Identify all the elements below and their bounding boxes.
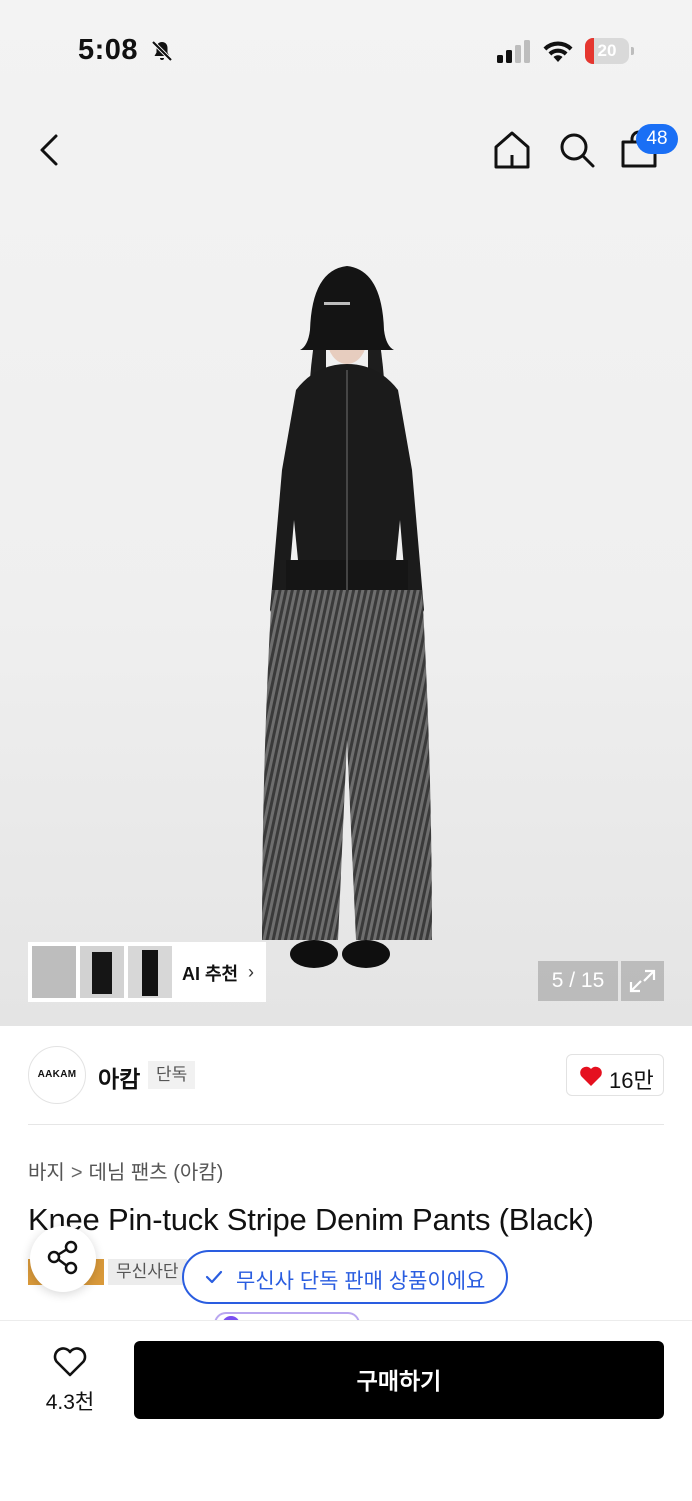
breadcrumb-category[interactable]: 바지: [28, 1162, 65, 1184]
wifi-icon: [543, 41, 573, 62]
search-icon[interactable]: [555, 128, 599, 172]
exclusive-badge: 무신사단: [108, 1259, 187, 1285]
expand-icon[interactable]: [621, 961, 664, 1001]
wishlist-count: 4.3천: [45, 1391, 95, 1414]
heart-filled-icon: [580, 1066, 602, 1086]
brand-name[interactable]: 아캄: [98, 1060, 140, 1094]
buy-button[interactable]: 구매하기: [134, 1341, 664, 1419]
exclusive-tag: 단독: [148, 1061, 196, 1089]
bell-muted-icon: [151, 40, 173, 62]
cellular-signal-icon: [497, 40, 530, 63]
cart-count-badge: 48: [636, 124, 678, 154]
breadcrumb-subcategory[interactable]: 데님 팬츠 (아캄): [89, 1162, 224, 1184]
heart-outline-icon[interactable]: [52, 1346, 88, 1378]
toast-message: 무신사 단독 판매 상품이에요: [236, 1270, 486, 1293]
brand-like-button[interactable]: 16만: [566, 1054, 664, 1096]
divider: [28, 1124, 664, 1125]
battery-indicator: 20: [585, 38, 635, 64]
chevron-right-icon: ›: [248, 962, 254, 982]
thumbnail-3[interactable]: [128, 946, 172, 998]
share-button[interactable]: [30, 1226, 96, 1292]
battery-level: 20: [597, 41, 617, 60]
thumbnail-1[interactable]: [32, 946, 76, 998]
back-arrow-icon[interactable]: [30, 128, 70, 172]
checkmark-icon: [205, 1270, 223, 1284]
home-icon[interactable]: [490, 128, 534, 172]
brand-like-count: 16만: [609, 1068, 654, 1093]
status-time: 5:08: [78, 34, 139, 66]
chevron-right-icon: >: [70, 1162, 83, 1184]
ai-recommend-label[interactable]: AI 추천: [182, 960, 238, 986]
brand-logo[interactable]: AAKAM: [28, 1046, 86, 1104]
product-title: Knee Pin-tuck Stripe Denim Pants (Black): [28, 1202, 594, 1237]
image-counter: 5 / 15: [538, 961, 618, 1001]
exclusive-toast: 무신사 단독 판매 상품이에요: [182, 1250, 508, 1304]
thumbnail-2[interactable]: [80, 946, 124, 998]
share-icon: [47, 1240, 78, 1275]
breadcrumb: 바지 > 데님 팬츠 (아캄): [28, 1156, 223, 1185]
product-model-image: [262, 266, 432, 968]
thumbnail-strip[interactable]: AI 추천 ›: [28, 942, 266, 1002]
